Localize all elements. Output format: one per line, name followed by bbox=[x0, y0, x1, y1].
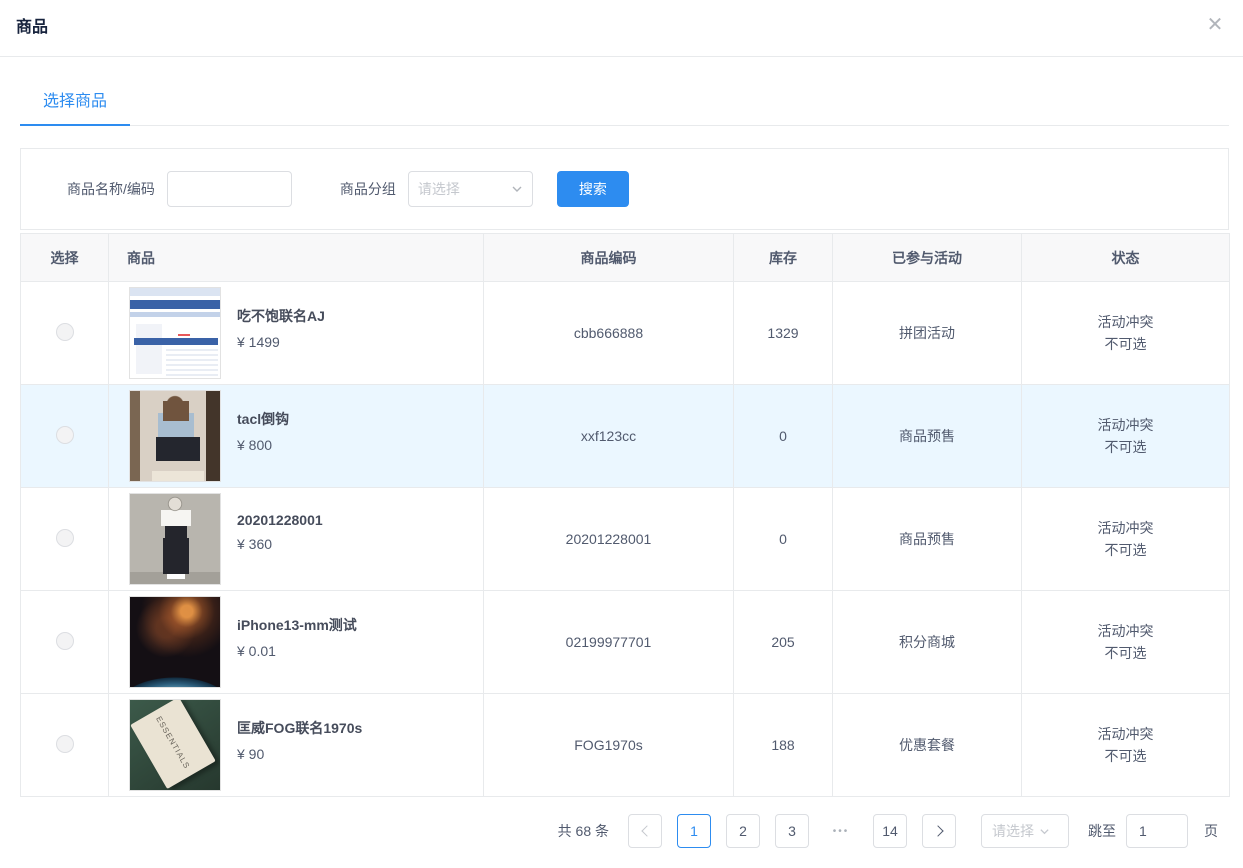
tab-bar: 选择商品 bbox=[20, 77, 1229, 126]
product-status: 活动冲突 不可选 bbox=[1021, 384, 1230, 488]
product-code: FOG1970s bbox=[483, 693, 734, 797]
table-row: ESSENTIALS 匡威FOG联名1970s ¥ 90 FOG1970s 18… bbox=[20, 693, 1230, 797]
product-activity: 商品预售 bbox=[832, 487, 1022, 591]
column-product: 商品 bbox=[108, 233, 484, 282]
product-status: 活动冲突 不可选 bbox=[1021, 487, 1230, 591]
product-name: iPhone13-mm测试 bbox=[237, 617, 357, 633]
modal-body: 选择商品 商品名称/编码 商品分组 请选择 搜索 选择 商品 商品编码 库存 已… bbox=[0, 77, 1243, 848]
table-row: 吃不饱联名AJ ¥ 1499 cbb666888 1329 拼团活动 活动冲突 … bbox=[20, 281, 1230, 385]
column-stock: 库存 bbox=[733, 233, 833, 282]
pagination: 共 68 条 1 2 3 ••• 14 请选择 跳至 页 bbox=[20, 814, 1229, 848]
product-group-select[interactable]: 请选择 bbox=[407, 171, 533, 207]
product-name-code-label: 商品名称/编码 bbox=[67, 181, 155, 197]
next-page-button[interactable] bbox=[922, 814, 956, 848]
product-image bbox=[129, 390, 221, 482]
row-radio[interactable] bbox=[55, 425, 74, 444]
product-stock: 1329 bbox=[733, 281, 833, 385]
product-name: tacl倒钩 bbox=[237, 411, 290, 427]
product-name: 吃不饱联名AJ bbox=[237, 308, 325, 324]
modal-header: 商品 ✕ bbox=[0, 0, 1243, 57]
page-size-select[interactable]: 请选择 bbox=[981, 814, 1069, 848]
product-table: 选择 商品 商品编码 库存 已参与活动 状态 吃不饱联名AJ ¥ 1499 cb… bbox=[20, 233, 1230, 797]
tab-select-product[interactable]: 选择商品 bbox=[20, 77, 131, 126]
product-activity: 优惠套餐 bbox=[832, 693, 1022, 797]
row-radio[interactable] bbox=[55, 322, 74, 341]
row-radio[interactable] bbox=[55, 528, 74, 547]
product-status: 活动冲突 不可选 bbox=[1021, 281, 1230, 385]
modal-title: 商品 bbox=[16, 19, 49, 36]
page-button-1[interactable]: 1 bbox=[677, 814, 711, 848]
product-activity: 积分商城 bbox=[832, 590, 1022, 694]
page-button-3[interactable]: 3 bbox=[775, 814, 809, 848]
table-row: iPhone13-mm测试 ¥ 0.01 02199977701 205 积分商… bbox=[20, 590, 1230, 694]
row-radio[interactable] bbox=[55, 631, 74, 650]
table-row: tacl倒钩 ¥ 800 xxf123cc 0 商品预售 活动冲突 不可选 bbox=[20, 384, 1230, 488]
product-name: 匡威FOG联名1970s bbox=[237, 720, 363, 736]
column-code: 商品编码 bbox=[483, 233, 734, 282]
product-code: xxf123cc bbox=[483, 384, 734, 488]
jump-to-page-input[interactable] bbox=[1126, 814, 1188, 848]
product-image bbox=[129, 596, 221, 688]
product-stock: 205 bbox=[733, 590, 833, 694]
product-image: ESSENTIALS bbox=[129, 699, 221, 791]
product-code: 20201228001 bbox=[483, 487, 734, 591]
jump-to-label: 跳至 bbox=[1088, 823, 1116, 839]
product-name-code-input[interactable] bbox=[166, 171, 292, 207]
product-image bbox=[129, 287, 221, 379]
column-status: 状态 bbox=[1021, 233, 1230, 282]
search-button[interactable]: 搜索 bbox=[556, 171, 629, 207]
page-button-2[interactable]: 2 bbox=[726, 814, 760, 848]
product-price: ¥ 0.01 bbox=[237, 643, 276, 659]
product-price: ¥ 90 bbox=[237, 746, 265, 762]
close-icon[interactable]: ✕ bbox=[1201, 10, 1229, 38]
product-image-text: ESSENTIALS bbox=[130, 700, 216, 790]
product-price: ¥ 800 bbox=[237, 437, 273, 453]
prev-page-button[interactable] bbox=[628, 814, 662, 848]
filter-bar: 商品名称/编码 商品分组 请选择 搜索 bbox=[20, 148, 1229, 230]
column-select: 选择 bbox=[20, 233, 109, 282]
product-price: ¥ 360 bbox=[237, 536, 273, 552]
product-name: 20201228001 bbox=[237, 512, 323, 528]
page-unit-label: 页 bbox=[1204, 823, 1218, 839]
product-activity: 商品预售 bbox=[832, 384, 1022, 488]
page-size-placeholder: 请选择 bbox=[992, 823, 1034, 839]
product-status: 活动冲突 不可选 bbox=[1021, 693, 1230, 797]
product-activity: 拼团活动 bbox=[832, 281, 1022, 385]
table-header-row: 选择 商品 商品编码 库存 已参与活动 状态 bbox=[20, 233, 1230, 282]
product-modal: 商品 ✕ 选择商品 商品名称/编码 商品分组 请选择 搜索 选择 商品 商品编码… bbox=[0, 0, 1243, 848]
product-stock: 188 bbox=[733, 693, 833, 797]
product-group-label: 商品分组 bbox=[339, 181, 396, 197]
product-code: 02199977701 bbox=[483, 590, 734, 694]
table-row: 20201228001 ¥ 360 20201228001 0 商品预售 活动冲… bbox=[20, 487, 1230, 591]
product-price: ¥ 1499 bbox=[237, 334, 280, 350]
select-placeholder: 请选择 bbox=[417, 181, 460, 197]
column-activity: 已参与活动 bbox=[832, 233, 1022, 282]
chevron-left-icon bbox=[640, 825, 653, 837]
product-status: 活动冲突 不可选 bbox=[1021, 590, 1230, 694]
product-stock: 0 bbox=[733, 487, 833, 591]
product-stock: 0 bbox=[733, 384, 833, 488]
page-button-14[interactable]: 14 bbox=[873, 814, 907, 848]
chevron-right-icon bbox=[931, 825, 944, 837]
pagination-ellipsis[interactable]: ••• bbox=[824, 826, 858, 837]
pagination-total: 共 68 条 bbox=[557, 823, 609, 839]
product-image bbox=[129, 493, 221, 585]
chevron-down-icon bbox=[1040, 828, 1049, 834]
product-code: cbb666888 bbox=[483, 281, 734, 385]
row-radio[interactable] bbox=[55, 734, 74, 753]
chevron-down-icon bbox=[512, 186, 522, 192]
